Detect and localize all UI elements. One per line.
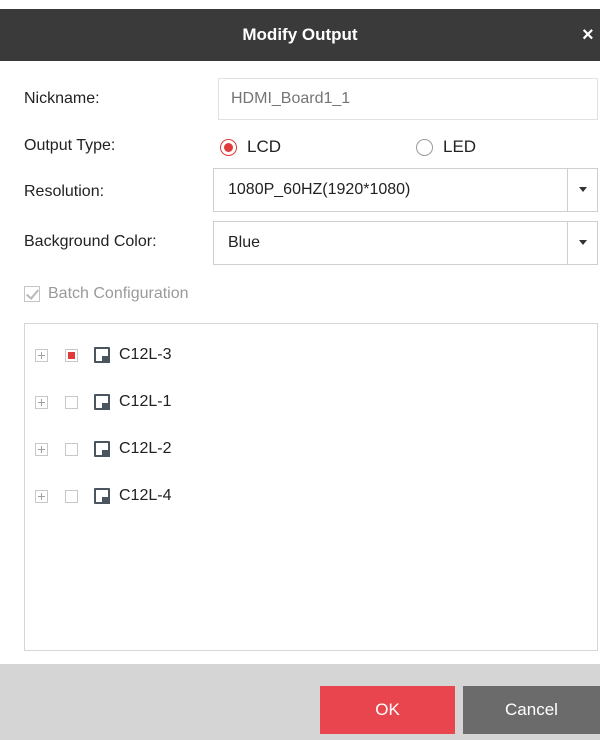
- tree-node[interactable]: C12L-4: [35, 485, 171, 507]
- ok-button[interactable]: OK: [320, 686, 455, 734]
- radio-unselected-icon[interactable]: [416, 138, 433, 156]
- output-type-led-label: LED: [443, 137, 477, 156]
- expand-icon[interactable]: [35, 348, 48, 362]
- checkbox-checked-icon[interactable]: [24, 286, 40, 302]
- dialog-title: Modify Output: [242, 25, 358, 44]
- resolution-value: 1080P_60HZ(1920*1080): [228, 181, 411, 198]
- chevron-down-icon: [579, 187, 587, 192]
- output-type-label: Output Type:: [24, 137, 116, 154]
- batch-configuration-label: Batch Configuration: [48, 285, 189, 302]
- tree-node[interactable]: C12L-1: [35, 391, 171, 413]
- title-bar: Modify Output ×: [0, 9, 600, 61]
- tree-node-label: C12L-3: [119, 346, 172, 363]
- chevron-down-icon: [579, 240, 587, 245]
- resolution-label: Resolution:: [24, 183, 105, 200]
- background-color-dropdown-button[interactable]: [567, 222, 597, 264]
- tree-node-label: C12L-2: [119, 440, 172, 457]
- top-strip: [0, 0, 600, 9]
- output-type-led-radio[interactable]: LED: [416, 135, 476, 159]
- resolution-select[interactable]: 1080P_60HZ(1920*1080): [213, 168, 598, 212]
- monitor-icon: [94, 347, 110, 363]
- monitor-icon: [94, 441, 110, 457]
- background-color-value: Blue: [228, 234, 261, 251]
- nickname-input[interactable]: [218, 78, 598, 120]
- monitor-icon: [94, 394, 110, 410]
- radio-selected-icon[interactable]: [220, 138, 237, 156]
- tree-node[interactable]: C12L-3: [35, 344, 171, 366]
- tree-node[interactable]: C12L-2: [35, 438, 171, 460]
- expand-icon[interactable]: [35, 395, 48, 409]
- checkbox-icon[interactable]: [65, 442, 78, 456]
- output-type-lcd-label: LCD: [247, 137, 282, 156]
- batch-configuration-checkbox[interactable]: Batch Configuration: [24, 283, 189, 305]
- checkbox-partial-icon[interactable]: [65, 348, 78, 362]
- tree-node-label: C12L-1: [119, 393, 172, 410]
- output-tree-panel: C12L-3 C12L-1 C12L-2 C12L-4: [24, 323, 598, 651]
- nickname-label: Nickname:: [24, 90, 100, 107]
- output-type-lcd-radio[interactable]: LCD: [220, 135, 281, 159]
- checkbox-icon[interactable]: [65, 489, 78, 503]
- monitor-icon: [94, 488, 110, 504]
- background-color-label: Background Color:: [24, 233, 157, 250]
- background-color-select[interactable]: Blue: [213, 221, 598, 265]
- cancel-button[interactable]: Cancel: [463, 686, 600, 734]
- tree-node-label: C12L-4: [119, 487, 172, 504]
- expand-icon[interactable]: [35, 442, 48, 456]
- close-icon[interactable]: ×: [582, 9, 600, 61]
- checkbox-icon[interactable]: [65, 395, 78, 409]
- resolution-dropdown-button[interactable]: [567, 169, 597, 211]
- expand-icon[interactable]: [35, 489, 48, 503]
